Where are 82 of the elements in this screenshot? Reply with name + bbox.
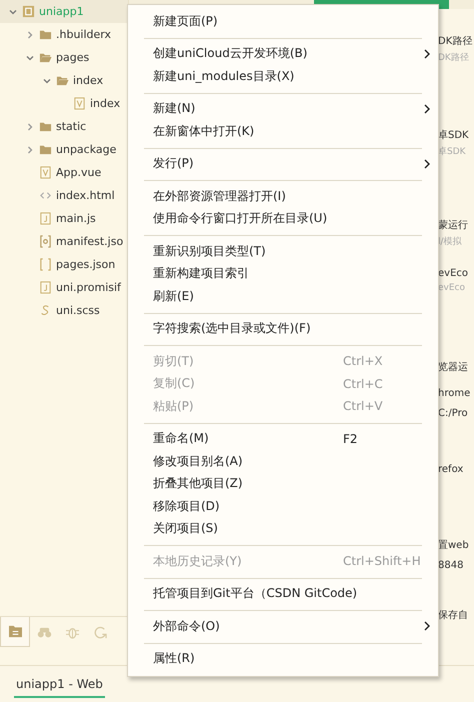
file-icon bbox=[39, 212, 52, 225]
tree-item-label: static bbox=[56, 120, 86, 133]
settings-text: refox bbox=[438, 463, 464, 477]
binoculars-icon bbox=[36, 626, 52, 638]
settings-text: evEco bbox=[438, 282, 466, 295]
tree-item[interactable]: static bbox=[0, 115, 128, 138]
tree-item-label: uniapp1 bbox=[39, 5, 84, 18]
menu-item[interactable]: 刷新(E) bbox=[128, 285, 438, 308]
tree-item-label: App.vue bbox=[56, 166, 102, 179]
settings-text: 8848 bbox=[438, 559, 464, 573]
tree-item[interactable]: .hbuilderx bbox=[0, 23, 128, 46]
json-file-icon bbox=[39, 258, 52, 271]
menu-item[interactable]: 在新窗体中打开(K) bbox=[128, 120, 438, 142]
settings-text: 览器运 bbox=[438, 361, 468, 375]
tree-item-label: pages.json bbox=[56, 258, 116, 271]
folder-icon bbox=[39, 28, 52, 41]
tree-item[interactable]: index.html bbox=[0, 184, 128, 207]
menu-item[interactable]: 移除项目(D) bbox=[128, 495, 438, 518]
tree-item[interactable]: App.vue bbox=[0, 161, 128, 184]
settings-text: hrome bbox=[438, 387, 470, 401]
tree-item-label: unpackage bbox=[56, 143, 116, 156]
tree-item[interactable]: pages bbox=[0, 46, 128, 69]
tree-item-label: main.js bbox=[56, 212, 96, 225]
folder-icon bbox=[8, 625, 22, 638]
tree-item-label: index bbox=[90, 97, 120, 110]
settings-text: DK路径 bbox=[438, 52, 469, 65]
settings-text: 卓SDK bbox=[438, 129, 469, 143]
project-icon bbox=[22, 5, 35, 18]
tree-item-label: uni.scss bbox=[56, 304, 100, 317]
menu-item[interactable]: 外部命令(O) bbox=[128, 615, 438, 638]
menu-item[interactable]: 创建uniCloud云开发环境(B) bbox=[128, 42, 438, 65]
menu-item[interactable]: 字符搜索(选中目录或文件)(F) bbox=[128, 318, 438, 340]
menu-item[interactable]: 新建(N) bbox=[128, 98, 438, 120]
folder-icon bbox=[39, 143, 52, 156]
menu-item[interactable]: 折叠其他项目(Z) bbox=[128, 472, 438, 495]
chevron-right-icon[interactable] bbox=[25, 122, 35, 132]
tree-item-label: uni.promisif bbox=[56, 281, 121, 294]
vue-file-icon bbox=[39, 166, 52, 179]
tree-item-label: manifest.jso bbox=[56, 235, 124, 248]
tree-item[interactable]: index bbox=[0, 69, 128, 92]
menu-item[interactable]: 新建uni_modules目录(X) bbox=[128, 65, 438, 88]
file-icon bbox=[39, 281, 52, 294]
tree-item[interactable]: main.js bbox=[0, 207, 128, 230]
menu-item[interactable]: 重新识别项目类型(T) bbox=[128, 240, 438, 262]
sidebar-tab[interactable] bbox=[0, 617, 30, 647]
refresh-icon bbox=[92, 626, 108, 638]
settings-text: C:/Pro bbox=[438, 407, 468, 421]
settings-text: DK路径 bbox=[438, 35, 472, 49]
bug-icon bbox=[64, 626, 80, 638]
project-tab[interactable]: uniapp1 - Web bbox=[14, 672, 105, 698]
chevron-right-icon[interactable] bbox=[25, 30, 35, 40]
folder-icon bbox=[39, 120, 52, 133]
tree-item[interactable]: uni.scss bbox=[0, 299, 128, 322]
vue-file-icon bbox=[73, 97, 86, 110]
tree-item[interactable]: pages.json bbox=[0, 253, 128, 276]
folder-icon bbox=[56, 74, 69, 87]
tree-item[interactable]: manifest.jso bbox=[0, 230, 128, 253]
tree-item-label: .hbuilderx bbox=[56, 28, 112, 41]
chevron-right-icon[interactable] bbox=[25, 144, 35, 154]
tree-item-label: index bbox=[73, 74, 104, 87]
settings-text: evEco bbox=[438, 267, 468, 281]
settings-text: l/模拟 bbox=[438, 236, 462, 249]
tree-item-label: pages bbox=[56, 51, 90, 64]
settings-text: 置web bbox=[438, 539, 469, 553]
folder-icon bbox=[39, 51, 52, 64]
tree-item[interactable]: index bbox=[0, 92, 128, 115]
menu-item[interactable]: 在外部资源管理器打开(I) bbox=[128, 185, 438, 208]
menu-item[interactable]: 使用命令行窗口打开所在目录(U) bbox=[128, 208, 438, 230]
manifest-file-icon bbox=[39, 235, 52, 248]
tree-item[interactable]: uni.promisif bbox=[0, 276, 128, 299]
menu-item[interactable]: 托管项目到Git平台（CSDN GitCode) bbox=[128, 582, 438, 605]
settings-text: 卓SDK bbox=[438, 146, 466, 159]
menu-item[interactable]: 重新构建项目索引 bbox=[128, 262, 438, 285]
tree-item[interactable]: unpackage bbox=[0, 138, 128, 161]
tree-item-label: index.html bbox=[56, 189, 115, 202]
menu-item[interactable]: 修改项目别名(A) bbox=[128, 450, 438, 472]
settings-text: 保存自 bbox=[438, 609, 468, 623]
menu-item[interactable]: 新建页面(P) bbox=[128, 10, 438, 32]
menu-item[interactable]: 关闭项目(S) bbox=[128, 518, 438, 540]
menu-item[interactable]: 发行(P) bbox=[128, 152, 438, 175]
menu-item[interactable]: 属性(R) bbox=[128, 648, 438, 670]
menu-item[interactable]: 重命名(M) F2 bbox=[128, 428, 438, 450]
